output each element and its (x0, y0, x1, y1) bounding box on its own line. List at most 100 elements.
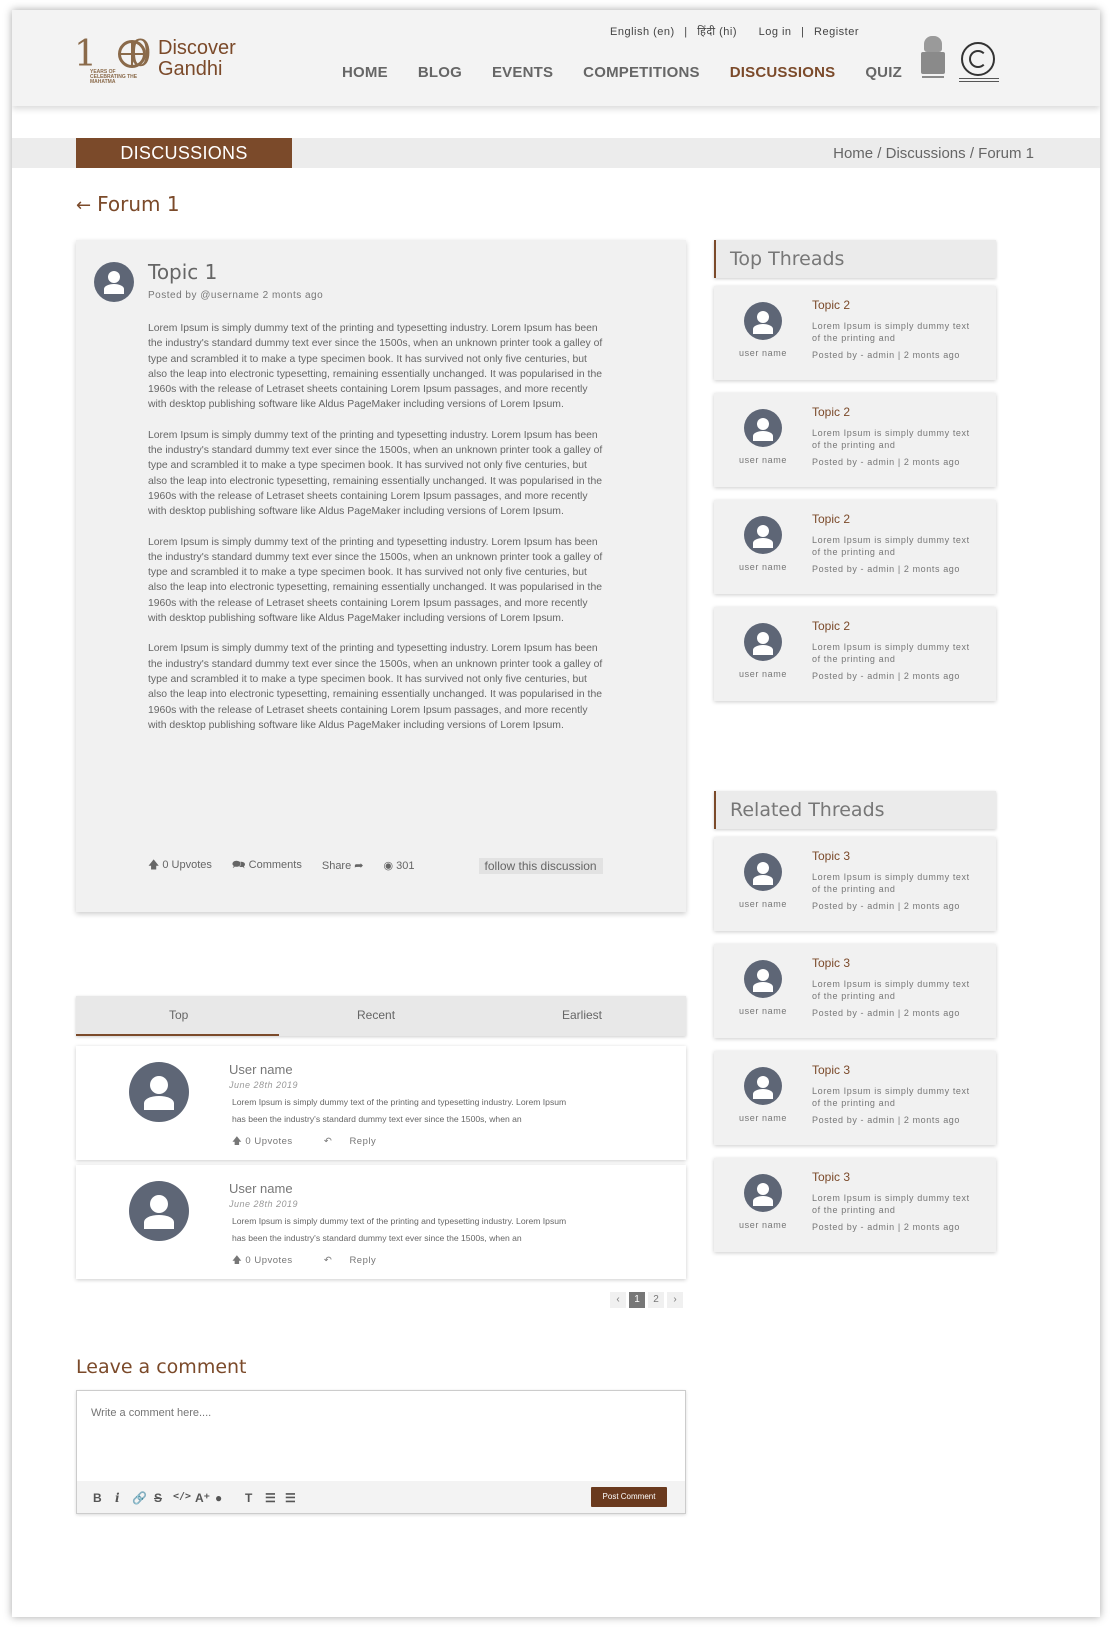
lang-english-link[interactable]: English (en) (610, 26, 675, 38)
comment-date: June 28th 2019 (229, 1199, 299, 1209)
thread-title[interactable]: Topic 2 (812, 512, 850, 526)
thread-title[interactable]: Topic 3 (812, 849, 850, 863)
thread-title[interactable]: Topic 3 (812, 956, 850, 970)
back-to-forum-link[interactable]: ← Forum 1 (76, 192, 180, 216)
comment-date: June 28th 2019 (229, 1080, 299, 1090)
views-count: ◉ 301 (384, 859, 415, 872)
bold-icon[interactable]: B (93, 1491, 102, 1505)
thread-title[interactable]: Topic 3 (812, 1063, 850, 1077)
bulleted-list-icon[interactable]: ☰ (265, 1491, 276, 1505)
thread-card[interactable]: user name Topic 2 Lorem Ipsum is simply … (714, 286, 996, 380)
follow-discussion-button[interactable]: follow this discussion (478, 857, 603, 874)
thread-title[interactable]: Topic 2 (812, 298, 850, 312)
tab-recent[interactable]: Recent (357, 1008, 395, 1022)
avatar (744, 1174, 782, 1212)
thread-user: user name (739, 1113, 787, 1123)
nav-events[interactable]: EVENTS (492, 64, 553, 81)
nav-home[interactable]: HOME (342, 64, 388, 81)
post-title: Topic 1 (148, 260, 218, 284)
post-paragraph: Lorem Ipsum is simply dummy text of the … (148, 429, 603, 518)
leave-comment-title: Leave a comment (76, 1356, 247, 1378)
forum-title: Forum 1 (97, 192, 180, 216)
login-link[interactable]: Log in (759, 26, 792, 38)
italic-icon[interactable]: i (115, 1491, 120, 1505)
thread-card[interactable]: user name Topic 3 Lorem Ipsum is simply … (714, 944, 996, 1038)
thread-desc: Lorem Ipsum is simply dummy text of the … (812, 1193, 970, 1215)
page-2-button[interactable]: 2 (648, 1292, 664, 1308)
nav-blog[interactable]: BLOG (418, 64, 462, 81)
thread-card[interactable]: user name Topic 3 Lorem Ipsum is simply … (714, 837, 996, 931)
breadcrumb[interactable]: Home / Discussions / Forum 1 (833, 145, 1034, 162)
comment-item: User name June 28th 2019 Lorem Ipsum is … (76, 1165, 686, 1279)
discover-gandhi-logo[interactable]: 10 YEARS OF CELEBRATING THE MAHATMA Disc… (74, 34, 254, 88)
upvote-arrow-icon: 🡅 (148, 859, 160, 871)
thread-desc: Lorem Ipsum is simply dummy text of the … (812, 535, 970, 557)
reply-button[interactable]: ↶ Reply (324, 1136, 390, 1147)
strikethrough-icon[interactable]: S (154, 1491, 162, 1505)
avatar (744, 960, 782, 998)
reply-icon: ↶ (323, 1255, 333, 1266)
info-icon[interactable]: ● (215, 1491, 222, 1505)
text-format-icon[interactable]: T (245, 1491, 252, 1505)
thread-user: user name (739, 348, 787, 358)
separator: | (801, 26, 805, 38)
thread-title[interactable]: Topic 2 (812, 405, 850, 419)
comments-button[interactable]: 🗪 Comments (232, 856, 302, 875)
upvote-count: 0 Upvotes (162, 859, 212, 871)
thread-card[interactable]: user name Topic 3 Lorem Ipsum is simply … (714, 1051, 996, 1145)
thread-card[interactable]: user name Topic 3 Lorem Ipsum is simply … (714, 1158, 996, 1252)
thread-title[interactable]: Topic 2 (812, 619, 850, 633)
thread-card[interactable]: user name Topic 2 Lorem Ipsum is simply … (714, 393, 996, 487)
register-link[interactable]: Register (814, 26, 859, 38)
link-icon[interactable]: 🔗 (132, 1491, 147, 1505)
avatar (744, 409, 782, 447)
reply-button[interactable]: ↶ Reply (324, 1255, 390, 1266)
tab-earliest[interactable]: Earliest (562, 1008, 602, 1022)
thread-posted: Posted by - admin | 2 monts ago (812, 564, 961, 574)
reply-icon: ↶ (323, 1136, 333, 1147)
upvote-button[interactable]: 🡅 0 Upvotes (232, 1136, 307, 1147)
avatar (744, 516, 782, 554)
post-actions: 🡅 0 Upvotes 🗪 Comments Share ➦ ◉ 301 fol… (148, 856, 603, 875)
nav-quiz[interactable]: QUIZ (865, 64, 902, 81)
avatar (129, 1062, 189, 1122)
thread-card[interactable]: user name Topic 2 Lorem Ipsum is simply … (714, 500, 996, 594)
page-1-button[interactable]: 1 (629, 1292, 645, 1308)
nav-discussions[interactable]: DISCUSSIONS (730, 64, 836, 81)
upvote-button[interactable]: 🡅 0 Upvotes (148, 856, 212, 875)
nav-competitions[interactable]: COMPETITIONS (583, 64, 700, 81)
thread-title[interactable]: Topic 3 (812, 1170, 850, 1184)
topic-post-card: Topic 1 Posted by @username 2 monts ago … (76, 240, 686, 912)
avatar (94, 262, 134, 302)
top-links: English (en) | हिंदी (hi) Log in | Regis… (610, 24, 865, 39)
active-tab-indicator (76, 1034, 279, 1036)
numbered-list-icon[interactable]: ☰ (285, 1491, 296, 1505)
thread-desc: Lorem Ipsum is simply dummy text of the … (812, 872, 970, 894)
thread-posted: Posted by - admin | 2 monts ago (812, 350, 961, 360)
thread-posted: Posted by - admin | 2 monts ago (812, 1008, 961, 1018)
thread-posted: Posted by - admin | 2 monts ago (812, 1115, 961, 1125)
thread-card[interactable]: user name Topic 2 Lorem Ipsum is simply … (714, 607, 996, 701)
top-threads-header: Top Threads (714, 240, 996, 278)
code-icon[interactable]: </> (173, 1491, 191, 1502)
font-size-icon[interactable]: A⁺ (195, 1491, 210, 1505)
reply-label: Reply (349, 1136, 377, 1147)
upvote-button[interactable]: 🡅 0 Upvotes (232, 1255, 307, 1266)
logo-tagline: YEARS OF CELEBRATING THE MAHATMA (90, 69, 138, 85)
comment-textarea[interactable] (77, 1391, 685, 1481)
comments-icon: 🗪 (231, 859, 246, 871)
post-paragraph: Lorem Ipsum is simply dummy text of the … (148, 643, 603, 731)
next-page-button[interactable]: › (667, 1292, 683, 1308)
post-meta: Posted by @username 2 monts ago (148, 290, 324, 301)
national-emblem-icon (918, 36, 948, 84)
prev-page-button[interactable]: ‹ (610, 1292, 626, 1308)
post-comment-button[interactable]: Post Comment (591, 1487, 667, 1507)
avatar (129, 1181, 189, 1241)
post-paragraph: Lorem Ipsum is simply dummy text of the … (148, 536, 603, 625)
lang-hindi-link[interactable]: हिंदी (hi) (697, 26, 737, 38)
comments-label: Comments (248, 859, 302, 871)
share-button[interactable]: Share ➦ (322, 859, 364, 872)
upvote-count: 0 Upvotes (245, 1255, 293, 1266)
tab-top[interactable]: Top (169, 1008, 188, 1022)
comment-sort-tabs: Top Recent Earliest (76, 996, 686, 1036)
